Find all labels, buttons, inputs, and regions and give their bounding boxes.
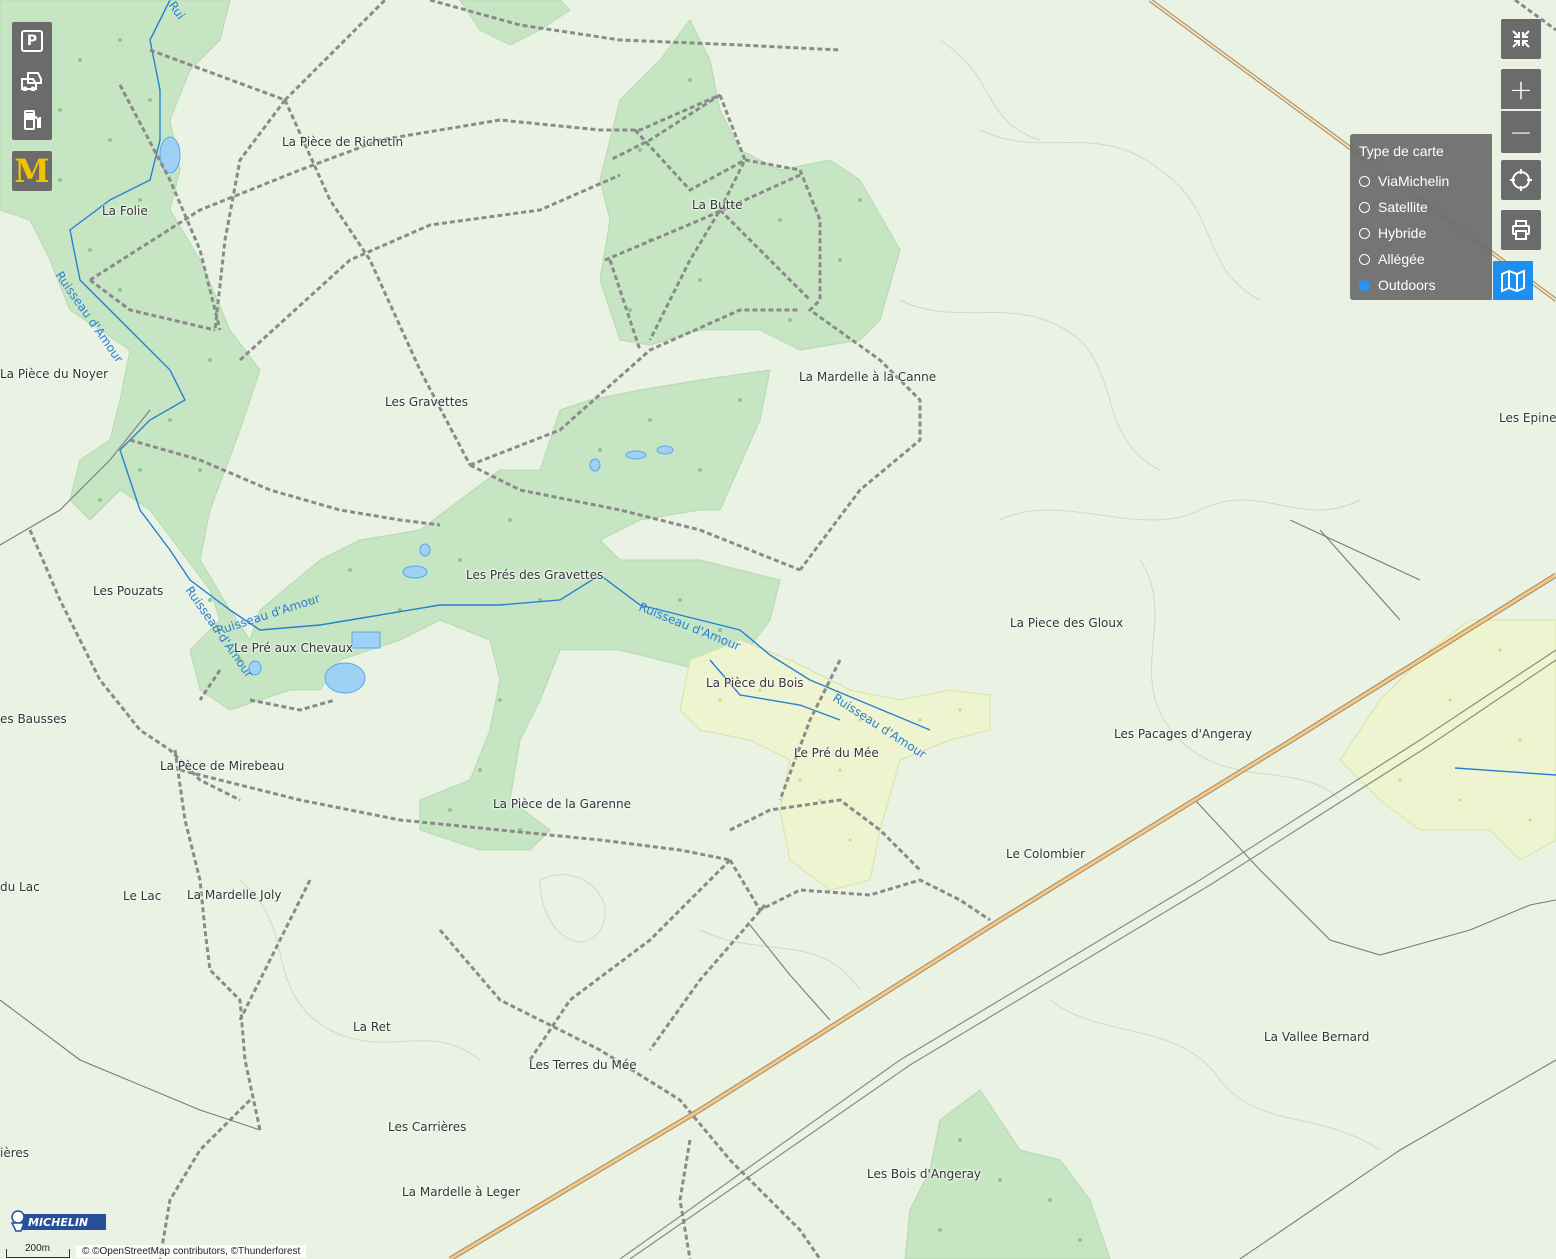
michelin-logo[interactable]: MICHELIN (8, 1205, 106, 1232)
map-type-option-label: Hybride (1378, 225, 1427, 241)
map-icon (1501, 268, 1525, 293)
radio-button[interactable] (1359, 201, 1370, 213)
fuel-button[interactable] (12, 100, 52, 140)
place-label: La Butte (692, 198, 743, 212)
place-label: La Pièce de la Garenne (493, 797, 631, 811)
map-type-option-label: Outdoors (1378, 277, 1436, 293)
attribution[interactable]: © ©OpenStreetMap contributors, ©Thunderf… (76, 1245, 307, 1258)
fullscreen-button[interactable] (1501, 19, 1541, 59)
map-type-option-outdoors[interactable]: Outdoors (1359, 277, 1436, 293)
place-label: La Ret (353, 1020, 391, 1034)
scale-and-attribution: 200m © ©OpenStreetMap contributors, ©Thu… (6, 1240, 307, 1258)
locate-button[interactable] (1501, 160, 1541, 200)
svg-text:MICHELIN: MICHELIN (28, 1216, 88, 1229)
place-label: du Lac (0, 880, 40, 894)
map-type-option-hybride[interactable]: Hybride (1359, 225, 1426, 241)
collapse-icon (1512, 30, 1530, 48)
place-label: Le Pré aux Chevaux (234, 641, 353, 655)
parking-icon: P (21, 30, 43, 52)
zoom-out-button[interactable]: − (1501, 111, 1541, 153)
radio-button[interactable] (1359, 175, 1370, 187)
place-label: Les Pacages d'Angeray (1114, 727, 1253, 741)
traffic-button[interactable] (12, 60, 52, 100)
scale-bar: 200m (6, 1243, 70, 1258)
place-label: La Mardelle Joly (187, 888, 282, 902)
place-label: Les Gravettes (385, 395, 469, 409)
cars-icon (21, 72, 42, 91)
plus-icon: + (1509, 72, 1533, 106)
map-type-option-label: Satellite (1378, 199, 1428, 215)
radio-button[interactable] (1359, 227, 1370, 239)
place-label: La Pièce du Noyer (0, 367, 109, 381)
map-canvas[interactable]: Ruisseau d'Amour Ruisseau d'Amour Ruisse… (0, 0, 1556, 1259)
radio-button-selected[interactable] (1359, 279, 1370, 291)
place-label: Le Lac (123, 889, 162, 903)
map-type-option-allegee[interactable]: Allégée (1359, 251, 1425, 267)
place-label: Les Terres du Mée (529, 1058, 637, 1072)
michelin-logo-image: MICHELIN (10, 1210, 106, 1232)
map-type-option-label: ViaMichelin (1378, 173, 1450, 189)
place-label: Les Epinet (1499, 411, 1556, 425)
map-type-title: Type de carte (1359, 143, 1444, 159)
parking-button[interactable]: P (12, 22, 52, 60)
zoom-in-button[interactable]: + (1501, 69, 1541, 109)
mcdonalds-icon: M (14, 152, 50, 190)
place-label: La Pièce de Richetin (282, 135, 404, 149)
minus-icon: − (1509, 115, 1533, 149)
place-label: Le Colombier (1006, 847, 1086, 861)
fuel-pump-icon (24, 110, 41, 130)
map-type-option-label: Allégée (1378, 251, 1425, 267)
map-type-button[interactable] (1493, 261, 1533, 300)
place-label: es Bausses (0, 712, 67, 726)
place-label: Les Bois d'Angeray (867, 1167, 982, 1181)
place-label: Le Pré du Mée (794, 746, 879, 760)
place-label: La Piece des Gloux (1010, 616, 1124, 630)
scale-label: 200m (25, 1243, 51, 1254)
map-type-option-viamichelin[interactable]: ViaMichelin (1359, 173, 1449, 189)
map-type-option-satellite[interactable]: Satellite (1359, 199, 1428, 215)
crosshair-icon (1510, 169, 1532, 191)
place-label: Les Carrières (388, 1120, 467, 1134)
place-label: La Pèce de Mirebeau (160, 759, 285, 773)
place-label: La Mardelle à la Canne (799, 370, 937, 384)
place-label: La Pièce du Bois (706, 676, 804, 690)
radio-button[interactable] (1359, 253, 1370, 265)
mcdonalds-button[interactable]: M (12, 151, 52, 191)
place-label: La Folie (102, 204, 148, 218)
place-label: Les Prés des Gravettes (466, 568, 604, 582)
place-label: Les Pouzats (93, 584, 164, 598)
place-label: ières (0, 1146, 30, 1160)
place-label: La Vallee Bernard (1264, 1030, 1370, 1044)
printer-icon (1512, 220, 1530, 240)
map-type-panel: Type de carte ViaMichelin Satellite Hybr… (1350, 134, 1492, 300)
place-label: La Mardelle à Leger (402, 1185, 521, 1199)
print-button[interactable] (1501, 210, 1541, 250)
